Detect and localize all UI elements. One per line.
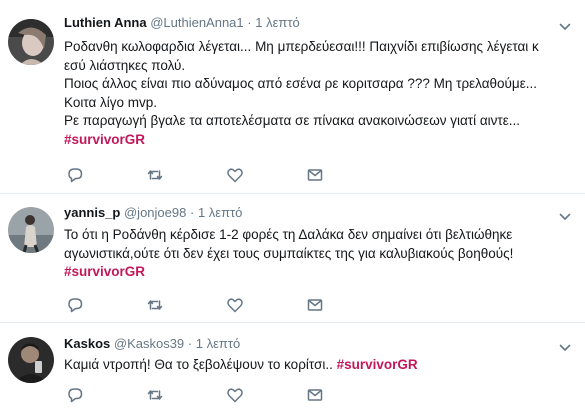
tweet-header: yannis_p @jonjoe98 · 1 λεπτό [64, 205, 545, 220]
tweet-feed: Luthien Anna @LuthienAnna1 · 1 λεπτό Ροδ… [0, 0, 585, 412]
hashtag-link[interactable]: #survivorGR [64, 264, 145, 279]
text-line: Το ότι η Ροδάνθη κέρδισε 1-2 φορές τη Δα… [64, 227, 513, 242]
text-line: Ποιος άλλος είναι πιο αδύναμος από εσένα… [64, 76, 537, 91]
avatar[interactable] [8, 19, 54, 65]
tweet-text: Καμιά ντροπή! Θα το ξεβολέψουν το κορίτσ… [64, 356, 575, 375]
text-line: Καμιά ντροπή! Θα το ξεβολέψουν το κορίτσ… [64, 356, 575, 375]
heart-icon[interactable] [226, 386, 244, 404]
tweet-actions [66, 166, 336, 186]
tweet-text: Το ότι η Ροδάνθη κέρδισε 1-2 φορές τη Δα… [64, 226, 575, 282]
reply-icon[interactable] [66, 296, 84, 314]
text-line: αγωνιστικά,ούτε ότι δεν έχει τους συμπαί… [64, 245, 514, 261]
separator-dot: · [247, 15, 252, 30]
avatar[interactable] [8, 337, 54, 383]
envelope-icon[interactable] [306, 296, 324, 314]
user-name[interactable]: Kaskos [64, 336, 110, 351]
heart-icon[interactable] [226, 166, 244, 184]
retweet-icon[interactable] [146, 386, 164, 404]
text-line: εσύ λιάστηκες πολύ. [64, 57, 186, 73]
tweet-header: Luthien Anna @LuthienAnna1 · 1 λεπτό [64, 15, 545, 30]
hashtag-link[interactable]: #survivorGR [64, 132, 145, 147]
chevron-down-icon[interactable] [559, 210, 571, 222]
envelope-icon[interactable] [306, 166, 324, 184]
timestamp[interactable]: 1 λεπτό [198, 205, 242, 220]
tweet[interactable]: Kaskos @Kaskos39 · 1 λεπτό Καμιά ντροπή!… [0, 323, 585, 412]
tweet-actions [66, 386, 336, 406]
tweet-actions [66, 296, 336, 316]
retweet-icon[interactable] [146, 166, 164, 184]
tweet-text: Ροδανθη κωλοφαρδια λέγεται... Μη μπερδεύ… [64, 38, 575, 149]
text-content: Καμιά ντροπή! Θα το ξεβολέψουν το κορίτσ… [64, 357, 337, 372]
reply-icon[interactable] [66, 386, 84, 404]
user-handle[interactable]: @LuthienAnna1 [150, 15, 243, 30]
separator-dot: · [189, 205, 195, 220]
retweet-icon[interactable] [146, 296, 164, 314]
chevron-down-icon[interactable] [559, 341, 571, 353]
user-name[interactable]: Luthien Anna [64, 15, 147, 30]
user-handle[interactable]: @Kaskos39 [114, 336, 184, 351]
user-name[interactable]: yannis_p [64, 205, 120, 220]
avatar[interactable] [8, 207, 54, 253]
separator-dot: · [187, 336, 193, 351]
user-handle[interactable]: @jonjoe98 [124, 205, 186, 220]
tweet[interactable]: Luthien Anna @LuthienAnna1 · 1 λεπτό Ροδ… [0, 0, 585, 194]
tweet-header: Kaskos @Kaskos39 · 1 λεπτό [64, 336, 545, 351]
text-line: Ρε παραγωγή βγαλε τα αποτελέσματα σε πίν… [64, 113, 521, 128]
hashtag-link[interactable]: #survivorGR [337, 357, 418, 372]
text-line: Κοιτα λίγο mvp. [64, 94, 158, 110]
reply-icon[interactable] [66, 166, 84, 184]
timestamp[interactable]: 1 λεπτό [255, 15, 299, 30]
timestamp[interactable]: 1 λεπτό [196, 336, 240, 351]
heart-icon[interactable] [226, 296, 244, 314]
text-line: Ροδανθη κωλοφαρδια λέγεται... Μη μπερδεύ… [64, 39, 539, 54]
envelope-icon[interactable] [306, 386, 324, 404]
chevron-down-icon[interactable] [559, 20, 571, 32]
tweet[interactable]: yannis_p @jonjoe98 · 1 λεπτό Το ότι η Ρο… [0, 194, 585, 323]
